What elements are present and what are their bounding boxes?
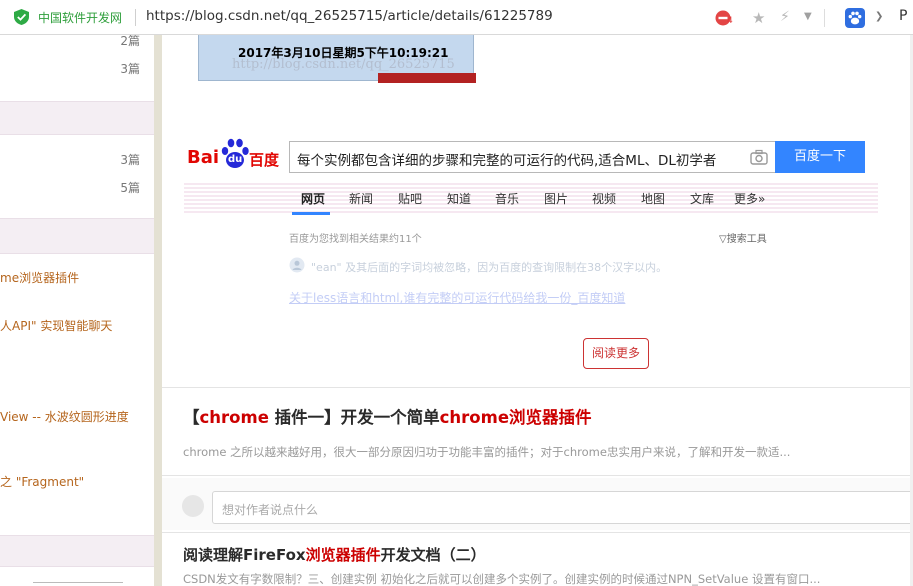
blog-watermark: http://blog.csdn.net/qq_26525715 [232, 57, 455, 72]
overflow-label[interactable]: P [899, 8, 907, 24]
baidu-logo: Bai du 百度 [187, 137, 281, 171]
sidebar-scroll-remnant [33, 582, 123, 586]
blocked-count-badge: 4 [727, 16, 733, 26]
title-text: 开发文档（二） [380, 546, 486, 564]
sidebar-section-header [0, 218, 154, 254]
related-article-title[interactable]: 阅读理解FireFox浏览器插件开发文档（二） [183, 544, 486, 565]
related-article-title[interactable]: 【chrome 插件一】开发一个简单chrome浏览器插件 [183, 404, 592, 428]
user-icon [289, 257, 305, 273]
title-text: 【 [183, 408, 200, 427]
baidu-tab-bar: 网页 新闻 贴吧 知道 音乐 图片 视频 地图 文库 更多» [184, 181, 878, 215]
lightning-icon[interactable]: ⚡ [780, 9, 790, 25]
tab-map[interactable]: 地图 [641, 190, 665, 207]
title-text: 插件一】开发一个简单 [268, 408, 440, 427]
title-keyword: 浏览器插件 [305, 546, 381, 564]
baidu-logo-du: du [228, 154, 243, 165]
blog-sidebar: 2篇 3篇 3篇 5篇 me浏览器插件 人API" 实现智能聊天 View --… [0, 35, 162, 586]
article-content: 2017年3月10日星期5下午10:19:21 http://blog.csdn… [162, 35, 913, 586]
baidu-paw-icon[interactable] [845, 8, 865, 28]
category-count: 5篇 [120, 181, 140, 195]
related-article-summary: CSDN发文有字数限制？三、创建实例 初始化之后就可以创建多个实例了。创建实例的… [183, 572, 821, 586]
figure-red-bar [378, 73, 476, 83]
address-bar: 中国软件开发网 https://blog.csdn.net/qq_2652571… [0, 0, 913, 35]
star-icon[interactable]: ★ [752, 9, 765, 27]
site-identity-label[interactable]: 中国软件开发网 [38, 9, 122, 26]
tab-images[interactable]: 图片 [544, 190, 568, 207]
category-count: 3篇 [120, 62, 140, 76]
sidebar-article-link[interactable]: me浏览器插件 [0, 269, 79, 286]
search-result-link[interactable]: 关于less语言和html,谁有完整的可运行代码给我一份_百度知道 [289, 289, 625, 306]
comment-input[interactable]: 想对作者说点什么 [212, 491, 913, 524]
tab-more[interactable]: 更多» [734, 190, 765, 207]
baidu-search-button[interactable]: 百度一下 [775, 141, 865, 173]
sidebar-section-header [0, 535, 154, 567]
tab-music[interactable]: 音乐 [495, 190, 519, 207]
browser-window: 中国软件开发网 https://blog.csdn.net/qq_2652571… [0, 0, 913, 586]
section-divider [162, 387, 913, 388]
tab-video[interactable]: 视频 [592, 190, 616, 207]
sidebar-article-link[interactable]: View -- 水波纹圆形进度 [0, 408, 129, 425]
tab-web[interactable]: 网页 [301, 190, 325, 207]
query-limit-notice: "ean" 及其后面的字词均被忽略，因为百度的查询限制在38个汉字以内。 [311, 261, 668, 274]
comment-placeholder: 想对作者说点什么 [222, 503, 319, 517]
baidu-logo-bai: Bai [187, 147, 220, 168]
active-tab-indicator [292, 212, 330, 215]
section-divider [162, 475, 913, 476]
tab-wenku[interactable]: 文库 [690, 190, 714, 207]
sidebar-article-link[interactable]: 之 "Fragment" [0, 473, 84, 490]
result-count: 百度为您找到相关结果约11个 [289, 234, 422, 245]
screenshot-figure: 2017年3月10日星期5下午10:19:21 http://blog.csdn… [198, 35, 476, 83]
tab-news[interactable]: 新闻 [349, 190, 373, 207]
secure-shield-icon [14, 9, 29, 25]
address-separator [135, 9, 136, 26]
search-query-text: 每个实例都包含详细的步骤和完整的可运行的代码,适合ML、DL初学者 [297, 153, 717, 169]
read-more-button[interactable]: 阅读更多 [583, 338, 649, 369]
baidu-search-input[interactable]: 每个实例都包含详细的步骤和完整的可运行的代码,适合ML、DL初学者 [289, 141, 775, 173]
toolbar-separator [824, 9, 825, 27]
related-article-summary: chrome 之所以越来越好用，很大一部分原因归功于功能丰富的插件；对于chro… [183, 445, 791, 459]
category-count: 3篇 [120, 153, 140, 167]
chevron-down-icon[interactable]: ▼ [804, 11, 812, 22]
tab-zhidao[interactable]: 知道 [447, 190, 471, 207]
avatar [182, 495, 204, 517]
chevron-down-icon[interactable]: ❯ [875, 11, 883, 22]
section-divider [162, 532, 913, 533]
sidebar-gutter [154, 35, 162, 586]
baidu-search-figure: Bai du 百度 每个实例都包含详细的步骤和完整的可运行的代码,适合ML、DL… [184, 135, 878, 345]
search-tools-link[interactable]: ▽搜索工具 [719, 230, 767, 245]
sidebar-section-header [0, 101, 154, 135]
title-keyword: chrome浏览器插件 [439, 408, 592, 427]
title-text: 阅读理解FireFox [183, 546, 306, 564]
comment-bar: 想对作者说点什么 [162, 478, 913, 530]
camera-icon[interactable] [750, 149, 768, 165]
title-keyword: chrome [199, 408, 269, 427]
baidu-logo-cn: 百度 [249, 151, 280, 169]
category-count: 2篇 [120, 35, 140, 48]
sidebar-article-link[interactable]: 人API" 实现智能聊天 [0, 317, 112, 334]
address-bar-tools: 4 ★ ⚡ ▼ ❯ P [712, 8, 913, 28]
url-field[interactable]: https://blog.csdn.net/qq_26525715/articl… [146, 8, 553, 24]
tab-tieba[interactable]: 贴吧 [398, 190, 422, 207]
